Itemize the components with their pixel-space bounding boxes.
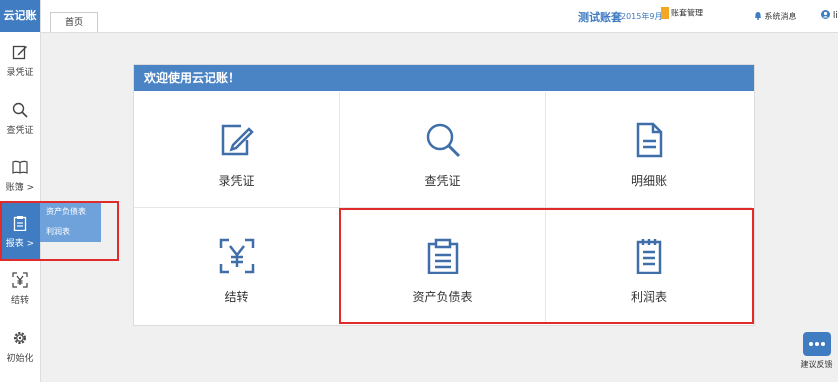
sidebar-item-carry-forward[interactable]: 结转 <box>0 272 40 306</box>
book-icon <box>12 160 28 174</box>
welcome-title: 欢迎使用云记账！ <box>134 65 754 91</box>
account-period: 2015年9月 <box>621 12 663 21</box>
document-icon <box>636 122 663 158</box>
sidebar-item-reports[interactable]: 报表 > <box>0 202 40 259</box>
sidebar-item-label: 录凭证 <box>6 68 34 78</box>
clipboard-icon <box>427 238 459 274</box>
edit-icon <box>12 45 27 60</box>
top-bar: 首页 测试账套 2015年9月 账套管理 系统消息 liyun <box>41 0 838 33</box>
gear-icon <box>14 332 26 344</box>
tile-detail-ledger[interactable]: 明细账 <box>546 92 752 208</box>
system-messages-link[interactable]: 系统消息 <box>754 11 797 22</box>
tab-home[interactable]: 首页 <box>50 12 98 32</box>
sidebar-item-enter-voucher[interactable]: 录凭证 <box>0 44 40 78</box>
sidebar-item-query-voucher[interactable]: 查凭证 <box>0 102 40 136</box>
edit-icon <box>221 124 254 156</box>
system-messages-label: 系统消息 <box>764 12 797 21</box>
search-icon <box>426 123 461 158</box>
submenu-item-balance-sheet[interactable]: 资产负债表 <box>40 202 101 222</box>
account-manage-label: 账套管理 <box>671 8 703 18</box>
yen-icon <box>219 238 255 274</box>
sidebar: 云记账 录凭证 查凭证 账簿 > 报表 > 结转 初始化 <box>0 0 41 382</box>
app-logo: 云记账 <box>0 0 40 32</box>
tile-label: 结转 <box>224 290 249 304</box>
clipboard-icon <box>13 216 27 231</box>
tile-label: 查凭证 <box>424 174 461 188</box>
tile-query-voucher[interactable]: 查凭证 <box>340 92 546 208</box>
user-menu[interactable]: liyun <box>821 10 838 21</box>
tile-enter-voucher[interactable]: 录凭证 <box>134 92 340 208</box>
tile-label: 资产负债表 <box>412 290 473 304</box>
tile-label: 利润表 <box>630 290 667 304</box>
sidebar-item-label: 查凭证 <box>6 126 34 136</box>
account-name: 测试账套 <box>578 11 622 24</box>
yen-icon <box>12 272 28 288</box>
tile-income-statement[interactable]: 利润表 <box>546 208 752 324</box>
user-icon <box>821 10 830 19</box>
sidebar-item-label: 账簿 > <box>5 183 35 193</box>
tile-label: 明细账 <box>630 174 667 188</box>
sidebar-item-label: 报表 > <box>5 239 35 249</box>
tile-carry-forward[interactable]: 结转 <box>134 208 340 324</box>
sidebar-item-label: 初始化 <box>6 354 34 364</box>
sidebar-item-ledger[interactable]: 账簿 > <box>0 159 40 193</box>
tile-label: 录凭证 <box>218 174 255 188</box>
chat-bubble-icon <box>802 332 831 356</box>
sidebar-item-initialize[interactable]: 初始化 <box>0 330 40 364</box>
search-icon <box>12 102 28 118</box>
username: liyun <box>832 11 838 21</box>
bell-icon <box>755 12 761 20</box>
tile-balance-sheet[interactable]: 资产负债表 <box>340 208 546 324</box>
account-book-icon <box>661 7 669 19</box>
notepad-icon <box>636 239 662 274</box>
feedback-button[interactable]: 建议反馈 <box>800 332 833 374</box>
submenu-item-income-statement[interactable]: 利润表 <box>40 222 101 242</box>
sidebar-item-label: 结转 <box>10 296 29 306</box>
reports-submenu: 资产负债表 利润表 <box>40 202 101 242</box>
feedback-label: 建议反馈 <box>800 360 833 369</box>
welcome-panel: 欢迎使用云记账！ 录凭证 查凭证 明细账 结转 资产负债表 利润表 <box>133 64 755 326</box>
account-manage-link[interactable]: 账套管理 <box>661 7 703 19</box>
